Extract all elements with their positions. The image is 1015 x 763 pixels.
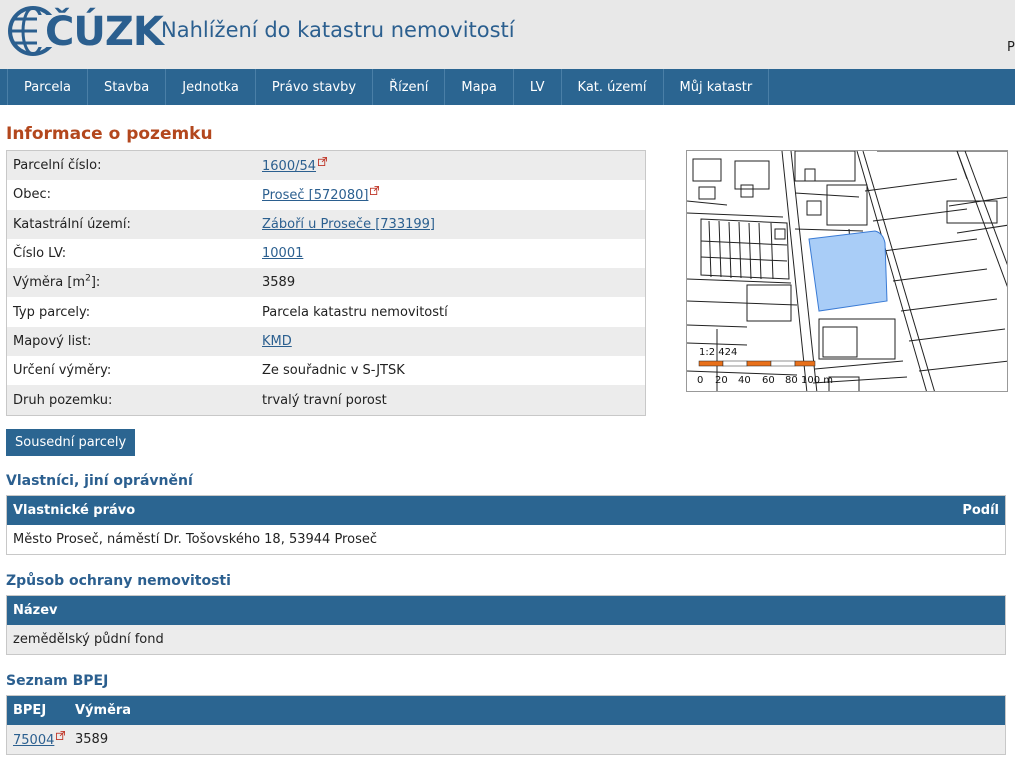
main-nav: Parcela Stavba Jednotka Právo stavby Říz… xyxy=(0,69,1015,105)
table-row: 75004 3589 xyxy=(7,725,1005,754)
owners-title: Vlastníci, jiní oprávnění xyxy=(6,473,193,489)
info-row-parcel-type: Typ parcely: Parcela katastru nemovitost… xyxy=(7,297,645,327)
protection-title: Způsob ochrany nemovitosti xyxy=(6,573,231,589)
info-row-cadastral-area: Katastrální území: Záboří u Proseče [733… xyxy=(7,209,645,239)
info-value: KMD xyxy=(262,334,292,349)
col-header-share: Podíl xyxy=(962,503,999,518)
bpej-table-header: BPEJ Výměra xyxy=(7,696,1005,725)
nav-item-jednotka[interactable]: Jednotka xyxy=(166,69,256,105)
bpej-table: BPEJ Výměra 75004 3589 xyxy=(6,695,1006,755)
area-value: 3589 xyxy=(262,275,296,291)
info-label: Určení výměry: xyxy=(13,363,112,379)
info-row-area-determination: Určení výměry: Ze souřadnic v S-JTSK xyxy=(7,356,645,386)
nav-item-rizeni[interactable]: Řízení xyxy=(373,69,446,105)
info-label: Druh pozemku: xyxy=(13,392,113,408)
nav-item-stavba[interactable]: Stavba xyxy=(88,69,167,105)
external-link-icon[interactable] xyxy=(56,731,66,740)
info-row-area: Výměra [m2]: 3589 xyxy=(7,268,645,298)
owner-name: Město Proseč, náměstí Dr. Tošovského 18,… xyxy=(13,532,377,547)
col-header-ownership: Vlastnické právo xyxy=(13,503,136,518)
parcel-map[interactable]: 1:2 424 0 20 40 60 80 100 m xyxy=(686,150,1008,392)
scale-tick: 0 xyxy=(697,375,703,386)
nav-item-muj-katastr[interactable]: Můj katastr xyxy=(664,69,770,105)
external-link-icon[interactable] xyxy=(318,157,328,167)
bpej-cell: 75004 xyxy=(13,731,75,748)
info-value: Proseč [572080] xyxy=(262,186,380,203)
info-title: Informace o pozemku xyxy=(6,124,213,144)
info-value: Záboří u Proseče [733199] xyxy=(262,217,435,232)
nav-item-pravo-stavby[interactable]: Právo stavby xyxy=(256,69,374,105)
protection-table-header: Název xyxy=(7,596,1005,625)
protection-value: zemědělský půdní fond xyxy=(13,632,164,647)
parcel-number-link[interactable]: 1600/54 xyxy=(262,159,316,174)
info-value: 1600/54 xyxy=(262,157,328,174)
external-link-icon[interactable] xyxy=(370,186,380,196)
parcel-type-value: Parcela katastru nemovitostí xyxy=(262,304,448,320)
info-row-parcel-number: Parcelní číslo: 1600/54 xyxy=(7,151,645,181)
header-corner-text[interactable]: P xyxy=(1007,40,1015,55)
land-type-value: trvalý travní porost xyxy=(262,392,387,408)
scale-tick: 100 m xyxy=(801,375,833,386)
cadastral-map-drawing: 1:2 424 0 20 40 60 80 100 m xyxy=(687,151,1007,391)
scale-tick: 40 xyxy=(738,375,751,386)
cadastral-area-link[interactable]: Záboří u Proseče [733199] xyxy=(262,217,435,232)
nav-item-kat-uzemi[interactable]: Kat. území xyxy=(562,69,664,105)
table-row: Město Proseč, náměstí Dr. Tošovského 18,… xyxy=(7,525,1005,554)
info-label: Mapový list: xyxy=(13,333,92,349)
info-value: 10001 xyxy=(262,246,303,261)
info-row-land-type: Druh pozemku: trvalý travní porost xyxy=(7,385,645,415)
protection-table: Název zemědělský půdní fond xyxy=(6,595,1006,655)
neighbor-parcels-button[interactable]: Sousední parcely xyxy=(6,429,136,456)
info-label: Katastrální území: xyxy=(13,216,131,232)
nav-item-lv[interactable]: LV xyxy=(514,69,562,105)
bpej-area: 3589 xyxy=(75,732,109,747)
scale-tick: 20 xyxy=(715,375,728,386)
info-label: Parcelní číslo: xyxy=(13,158,102,174)
bpej-link[interactable]: 75004 xyxy=(13,733,54,748)
owners-table-header: Vlastnické právo Podíl xyxy=(7,496,1005,525)
app-title: Nahlížení do katastru nemovitostí xyxy=(161,18,515,42)
scale-bar xyxy=(698,360,816,367)
scale-label: 1:2 424 xyxy=(699,347,737,358)
info-label: Obec: xyxy=(13,187,52,203)
page-header: ČÚZK Nahlížení do katastru nemovitostí P xyxy=(0,0,1015,69)
owners-table: Vlastnické právo Podíl Město Proseč, nám… xyxy=(6,495,1006,555)
scale-tick: 80 xyxy=(785,375,798,386)
lv-number-link[interactable]: 10001 xyxy=(262,246,303,261)
col-header-name: Název xyxy=(13,603,58,618)
info-label: Výměra [m2]: xyxy=(7,275,262,291)
info-row-map-sheet: Mapový list: KMD xyxy=(7,326,645,357)
table-row: zemědělský půdní fond xyxy=(7,625,1005,654)
municipality-link[interactable]: Proseč [572080] xyxy=(262,188,368,203)
cuzk-logo[interactable]: ČÚZK xyxy=(7,5,164,59)
parcel-info-table: Parcelní číslo: 1600/54 Obec: Proseč [57… xyxy=(6,150,646,416)
scale-tick: 60 xyxy=(762,375,775,386)
area-label-after: ]: xyxy=(90,275,101,291)
nav-item-mapa[interactable]: Mapa xyxy=(445,69,514,105)
info-label: Číslo LV: xyxy=(13,246,67,262)
info-label: Typ parcely: xyxy=(13,304,91,320)
nav-item-parcela[interactable]: Parcela xyxy=(7,69,89,105)
area-determination-value: Ze souřadnic v S-JTSK xyxy=(262,363,405,379)
col-header-area: Výměra xyxy=(75,703,132,718)
nav-list: Parcela Stavba Jednotka Právo stavby Říz… xyxy=(7,69,770,105)
map-sheet-link[interactable]: KMD xyxy=(262,334,292,349)
area-label-text: Výměra [m xyxy=(13,275,86,291)
info-row-lv-number: Číslo LV: 10001 xyxy=(7,238,645,269)
bpej-title: Seznam BPEJ xyxy=(6,673,109,689)
logo-text: ČÚZK xyxy=(45,9,164,55)
col-header-bpej: BPEJ xyxy=(13,703,47,718)
info-row-municipality: Obec: Proseč [572080] xyxy=(7,180,645,210)
